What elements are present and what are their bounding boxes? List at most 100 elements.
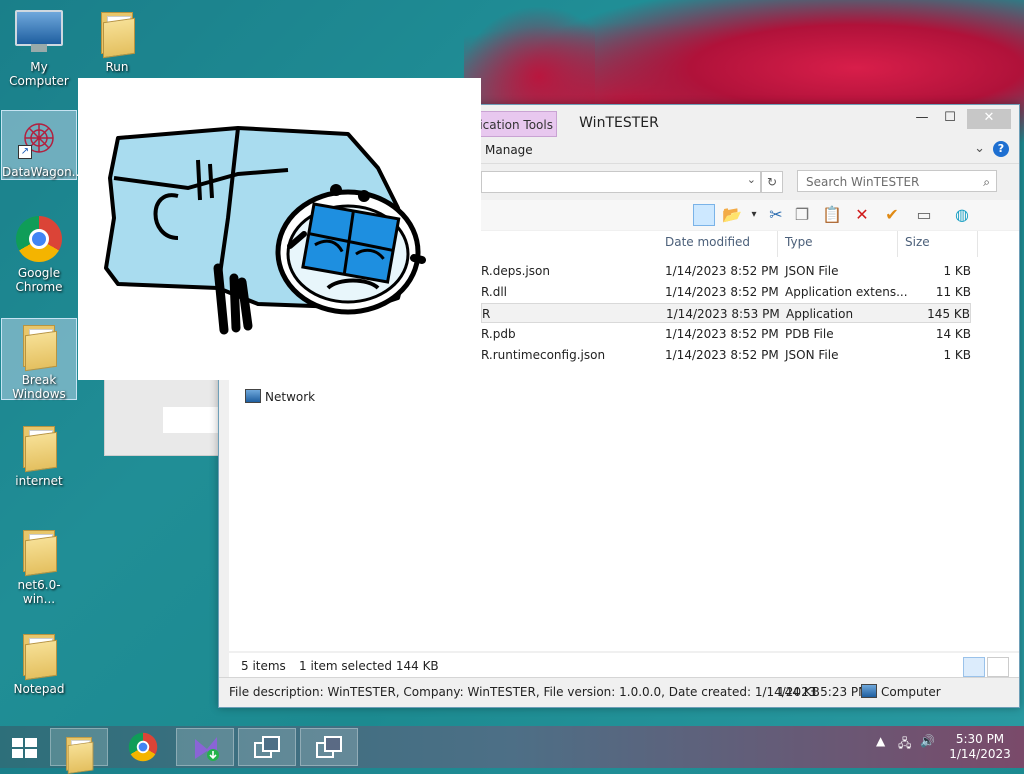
column-divider[interactable]	[897, 231, 898, 257]
refresh-button[interactable]: ↻	[761, 171, 783, 193]
paste-icon[interactable]: 📋	[821, 204, 843, 226]
copy-icon[interactable]: ❐	[791, 204, 813, 226]
file-name: R.runtimeconfig.json	[481, 348, 606, 362]
table-row-selected[interactable]: R 1/14/2023 8:53 PM Application 145 KB	[481, 303, 971, 323]
help-icon[interactable]: ?	[993, 141, 1009, 157]
file-type: JSON File	[785, 264, 839, 278]
desktop-icon-label: Break Windows	[12, 373, 66, 401]
taskbar-chrome[interactable]	[114, 728, 172, 766]
window-icon	[316, 736, 342, 758]
maximize-button[interactable]: ☐	[937, 109, 963, 129]
computer-icon	[861, 684, 877, 698]
large-icons-view-button[interactable]	[987, 657, 1009, 677]
chrome-icon	[15, 216, 63, 264]
desktop-icon-label: My Computer	[9, 60, 69, 88]
shortcut-arrow-icon: ↗	[18, 145, 32, 159]
file-name: R.pdb	[481, 327, 516, 341]
desktop-icon-net6[interactable]: net6.0-win...	[2, 524, 76, 606]
folder-icon	[15, 528, 63, 577]
location-label: Computer	[881, 685, 941, 699]
clock-date: 1/14/2023	[949, 747, 1011, 761]
chevron-down-icon[interactable]: ▾	[743, 204, 765, 226]
file-date: 1/14/2023 8:52 PM	[665, 264, 779, 278]
desktop-icon-internet[interactable]: internet	[2, 420, 76, 488]
file-description: File description: WinTESTER, Company: Wi…	[229, 685, 869, 699]
status-selection: 1 item selected 144 KB	[299, 659, 439, 673]
chevron-down-icon[interactable]: ⌄	[747, 173, 756, 186]
drawing-canvas	[78, 78, 481, 380]
network-tray-icon[interactable]: 🖧	[898, 734, 911, 755]
delete-icon[interactable]: ✕	[851, 204, 873, 226]
table-row[interactable]: R.runtimeconfig.json 1/14/2023 8:52 PM J…	[481, 345, 971, 365]
taskbar-window-2[interactable]	[300, 728, 358, 766]
network-icon	[245, 389, 261, 403]
taskbar-window-1[interactable]	[238, 728, 296, 766]
file-name: R	[482, 307, 491, 321]
windows-logo-icon	[12, 738, 37, 758]
desktop-icon-google-chrome[interactable]: Google Chrome	[2, 212, 76, 294]
tab-manage[interactable]: Manage	[485, 143, 533, 157]
file-date: 1/14/2023 8:53 PM	[666, 307, 780, 321]
desktop-icon-run[interactable]: Run	[80, 6, 154, 74]
details-bar: File description: WinTESTER, Company: Wi…	[219, 677, 1019, 706]
file-type: Application extens...	[785, 285, 908, 299]
datawagon-icon: ↗	[15, 115, 63, 163]
close-button[interactable]: ✕	[967, 109, 1011, 129]
file-size: 11 KB	[935, 285, 971, 299]
taskbar-visual-studio[interactable]	[176, 728, 234, 766]
file-size-detail: 144 KB	[777, 685, 820, 699]
clock[interactable]: 5:30 PM 1/14/2023	[944, 732, 1016, 762]
properties-folder-icon[interactable]: 📂	[721, 204, 743, 226]
start-button[interactable]	[0, 728, 48, 766]
rename-icon[interactable]: ▭	[913, 204, 935, 226]
computer-icon	[15, 10, 63, 58]
table-row[interactable]: R.dll 1/14/2023 8:52 PM Application exte…	[481, 282, 971, 302]
minimize-button[interactable]: —	[909, 109, 935, 129]
column-divider[interactable]	[777, 231, 778, 257]
column-header-size[interactable]: Size	[905, 235, 930, 249]
nav-item-network[interactable]: Network	[245, 389, 315, 404]
doodle-illustration	[104, 126, 426, 335]
table-row[interactable]: R.deps.json 1/14/2023 8:52 PM JSON File …	[481, 261, 971, 281]
desktop-icon-notepad[interactable]: Notepad	[2, 628, 76, 696]
address-bar[interactable]: ⌄	[481, 171, 761, 193]
desktop-icon-label: DataWagon...	[2, 165, 84, 179]
file-name: R.deps.json	[481, 264, 550, 278]
checkmark-icon[interactable]: ✔	[881, 204, 903, 226]
column-header-date[interactable]: Date modified	[665, 235, 750, 249]
folder-icon	[15, 323, 63, 372]
search-input[interactable]: Search WinTESTER ⌕	[797, 170, 997, 192]
desktop-icon-my-computer[interactable]: My Computer	[2, 6, 76, 88]
file-type: PDB File	[785, 327, 834, 341]
desktop-icon-label: Run	[105, 60, 129, 74]
taskbar-file-explorer[interactable]	[50, 728, 108, 774]
desktop-icon-break-windows[interactable]: Break Windows	[1, 318, 77, 401]
volume-icon[interactable]: 🔊	[920, 734, 935, 748]
chrome-icon	[128, 732, 158, 762]
clock-time: 5:30 PM	[955, 732, 1005, 746]
preview-pane-button[interactable]	[693, 204, 715, 226]
details-view-button[interactable]	[963, 657, 985, 677]
file-date: 1/14/2023 8:52 PM	[665, 348, 779, 362]
desktop-icon-label: net6.0-win...	[17, 578, 61, 606]
background-dialog	[104, 370, 222, 456]
cut-icon[interactable]: ✂	[765, 204, 787, 226]
file-date: 1/14/2023 8:52 PM	[665, 285, 779, 299]
file-size: 14 KB	[935, 327, 971, 341]
chevron-down-icon[interactable]: ⌄	[974, 141, 985, 156]
show-hidden-icons-button[interactable]: ▲	[876, 734, 885, 748]
column-divider[interactable]	[977, 231, 978, 257]
table-row[interactable]: R.pdb 1/14/2023 8:52 PM PDB File 14 KB	[481, 324, 971, 344]
shell-icon[interactable]: ◍	[951, 204, 973, 226]
location-detail: Computer	[861, 684, 941, 699]
file-date: 1/14/2023 8:52 PM	[665, 327, 779, 341]
desktop-icon-label: Notepad	[13, 682, 65, 696]
nav-item-label: Network	[265, 390, 316, 404]
file-size: 145 KB	[927, 307, 970, 321]
folder-icon	[65, 735, 94, 774]
desktop-icon-datawagon[interactable]: ↗ DataWagon...	[1, 110, 84, 180]
status-item-count: 5 items	[241, 659, 286, 673]
file-type: JSON File	[785, 348, 839, 362]
column-header-type[interactable]: Type	[785, 235, 813, 249]
file-name: R.dll	[481, 285, 508, 299]
